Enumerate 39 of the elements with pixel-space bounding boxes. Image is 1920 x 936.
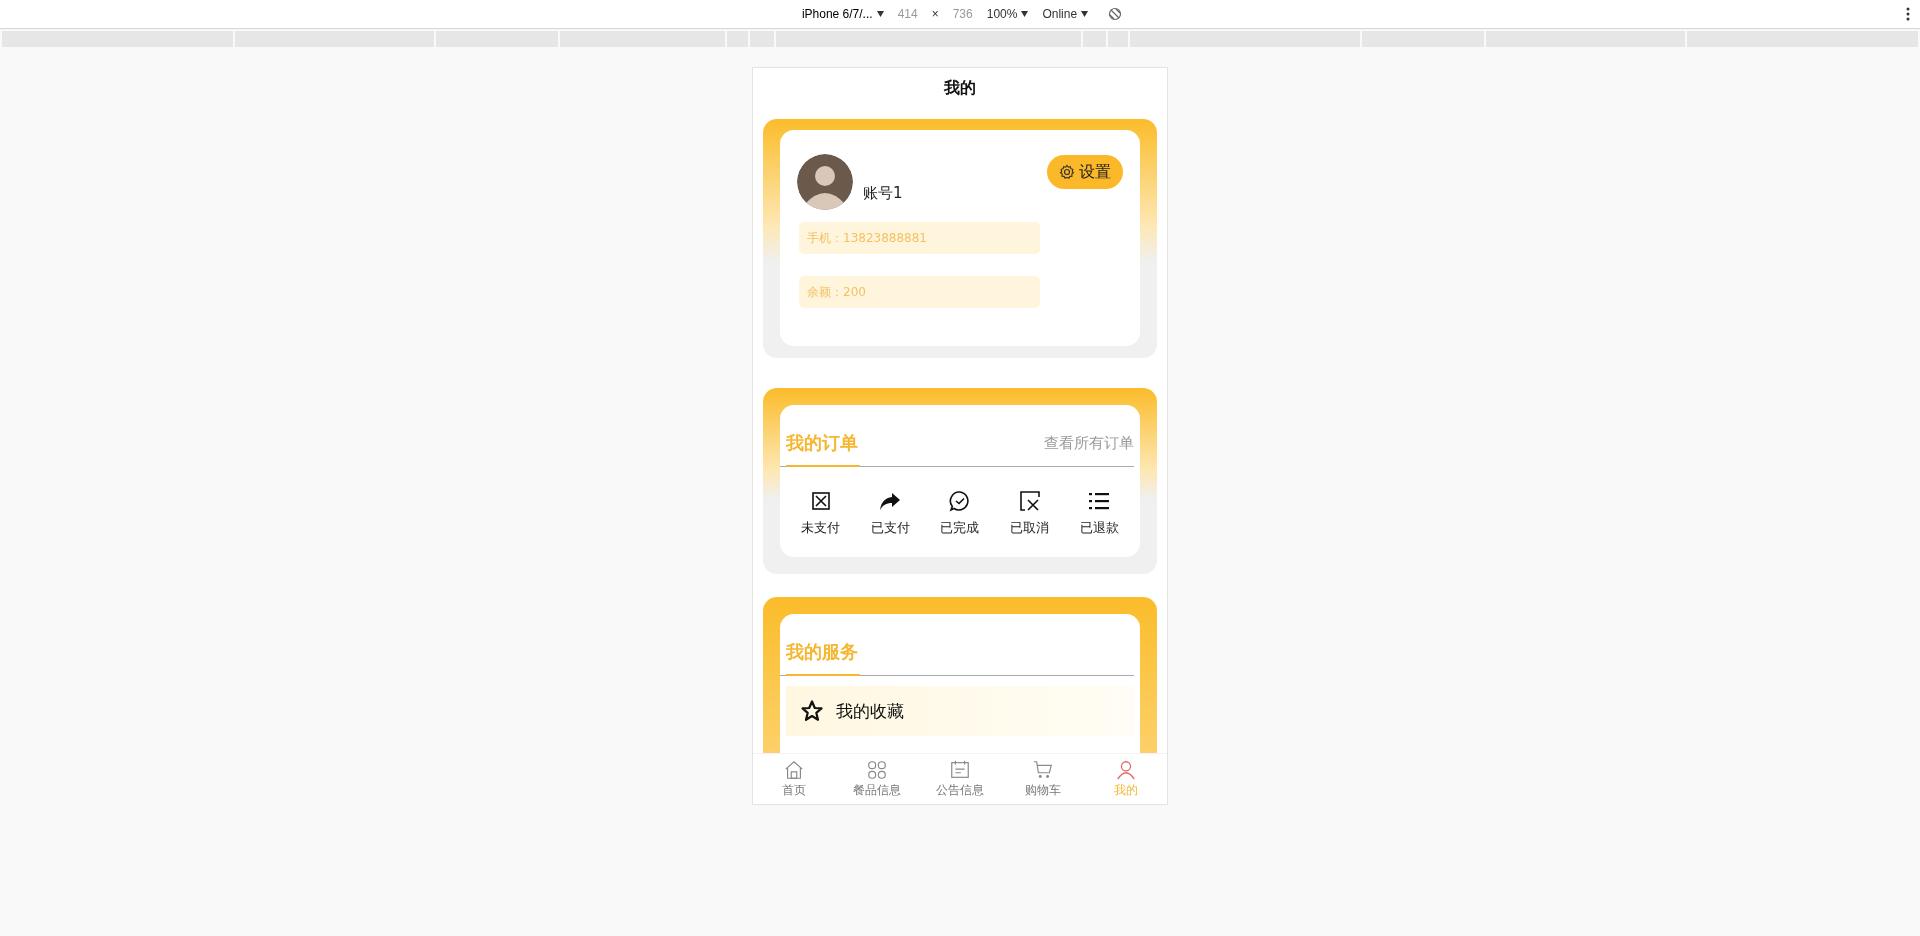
order-status-button[interactable]: 已取消 (1010, 489, 1050, 537)
avatar (797, 154, 853, 210)
cart-icon (1031, 759, 1054, 781)
order-status-button[interactable]: 已完成 (940, 489, 980, 537)
grid-icon (866, 759, 889, 781)
order-status-button[interactable]: 未支付 (801, 489, 841, 537)
network-dropdown[interactable]: Online (1038, 7, 1093, 21)
order-status-button[interactable]: 已退款 (1079, 489, 1119, 537)
star-icon (800, 699, 824, 723)
caret-icon (1081, 11, 1089, 17)
order-status-button[interactable]: 已支付 (870, 489, 910, 537)
times-sign: × (930, 7, 940, 21)
notice-board-icon (949, 759, 971, 781)
caret-icon (876, 11, 884, 17)
account-name: 账号1 (863, 183, 903, 203)
service-item[interactable]: 我的收藏 (786, 686, 1134, 736)
info-field: 余额：200 (799, 276, 1040, 308)
settings-button[interactable]: 设置 (1047, 155, 1123, 189)
check-chat-icon (948, 489, 972, 513)
x-frame-icon (1017, 489, 1042, 513)
device-dropdown[interactable]: iPhone 6/7/... (797, 7, 888, 21)
user-icon (1114, 759, 1137, 781)
section-title: 我的订单 (786, 431, 860, 467)
network-label: Online (1042, 7, 1078, 21)
device-name: iPhone 6/7/... (801, 7, 873, 21)
settings-icon (1059, 164, 1075, 180)
home-icon (783, 759, 806, 781)
caret-icon (1021, 11, 1029, 17)
page-title: 我的 (943, 76, 977, 99)
tab-bar-item[interactable]: 购物车 (1007, 759, 1078, 799)
zoom-dropdown[interactable]: 100% (982, 7, 1033, 21)
rotate-icon[interactable] (1108, 7, 1123, 21)
tab-bar-item[interactable]: 公告信息 (925, 759, 995, 799)
tab-bar-item[interactable]: 首页 (759, 759, 830, 799)
tab-bar-item[interactable]: 餐品信息 (842, 759, 913, 799)
section-title: 我的服务 (786, 640, 860, 676)
more-icon[interactable] (1906, 7, 1910, 21)
zoom-label: 100% (986, 7, 1018, 21)
info-field: 手机：13823888881 (799, 222, 1040, 254)
